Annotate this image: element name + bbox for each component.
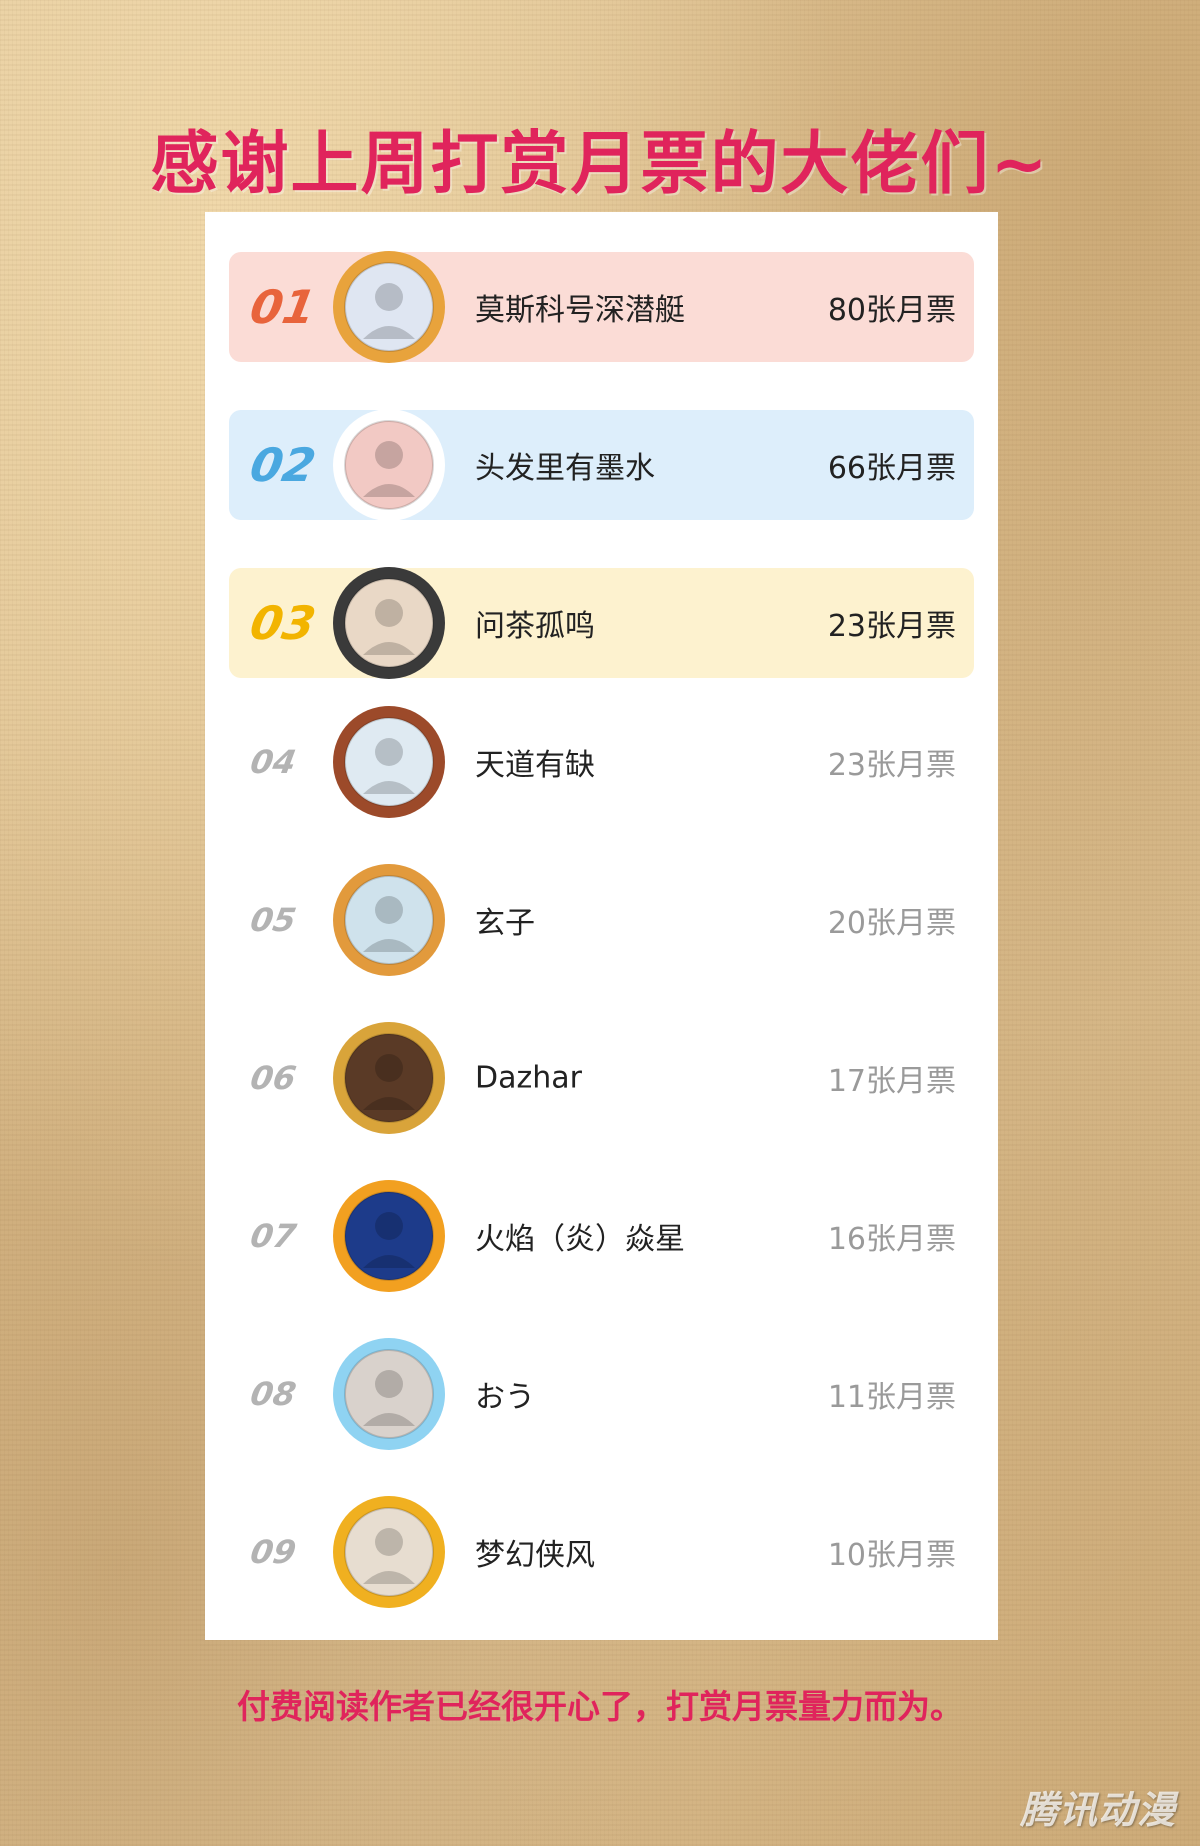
watermark-logo: 腾讯动漫 [1019, 1788, 1176, 1832]
donor-name: 莫斯科号深潜艇 [475, 293, 685, 328]
astronaut-badge-icon [333, 251, 445, 363]
vote-count: 66张月票 [827, 451, 956, 486]
ranking-row: 04 天道有缺 23张月票 [229, 706, 974, 818]
footer-note: 付费阅读作者已经很开心了，打赏月票量力而为。 [237, 1687, 963, 1726]
sheep-cartoon-icon [333, 409, 445, 521]
donor-name: 火焰（炎）焱星 [475, 1222, 685, 1257]
rank-number: 01 [246, 280, 320, 334]
survivor-badge-icon [333, 567, 445, 679]
vote-count: 20张月票 [827, 906, 956, 941]
donor-name: 天道有缺 [475, 748, 595, 783]
donor-name: Dazhar [475, 1060, 582, 1096]
anime-character-icon [333, 1338, 445, 1450]
ranking-row: 02 头发里有墨水 66张月票 [229, 409, 974, 521]
ranking-row: 07 火焰（炎）焱星 16张月票 [229, 1180, 974, 1292]
landscape-wreath-icon [333, 706, 445, 818]
vote-count: 17张月票 [827, 1064, 956, 1099]
vote-count: 80张月票 [827, 293, 956, 328]
donor-name: 头发里有墨水 [475, 451, 655, 486]
rank-number: 03 [246, 596, 320, 650]
clock-frame-icon [333, 1022, 445, 1134]
ranking-row: 01 莫斯科号深潜艇 80张月票 [229, 251, 974, 363]
donor-name: 梦幻侠风 [475, 1538, 595, 1573]
donor-name: 玄子 [475, 906, 535, 941]
vote-count: 10张月票 [827, 1538, 956, 1573]
opera-portrait-icon [333, 864, 445, 976]
rank-number: 08 [247, 1375, 299, 1413]
tiger-frame-icon [333, 1180, 445, 1292]
vote-count: 11张月票 [827, 1380, 956, 1415]
page-title: 感谢上周打赏月票的大佬们~ [150, 125, 1050, 204]
ranking-row: 09 梦幻侠风 10张月票 [229, 1496, 974, 1608]
ranking-row: 06 Dazhar 17张月票 [229, 1022, 974, 1134]
vote-count: 23张月票 [827, 609, 956, 644]
rank-number: 04 [247, 743, 299, 781]
rank-number: 05 [247, 901, 299, 939]
ranking-card: 01 莫斯科号深潜艇 80张月票 02 头发里有墨水 66张月票 03 问茶孤鸣 23张月票 04… [205, 212, 998, 1640]
rank-number: 06 [247, 1059, 299, 1097]
donor-name: おう [475, 1380, 535, 1415]
rank-number: 07 [247, 1217, 299, 1255]
rank-number: 02 [246, 438, 320, 492]
ranking-row: 05 玄子 20张月票 [229, 864, 974, 976]
ranking-row: 03 问茶孤鸣 23张月票 [229, 567, 974, 679]
vote-count: 23张月票 [827, 748, 956, 783]
ranking-row: 08 おう 11张月票 [229, 1338, 974, 1450]
rank-number: 09 [247, 1533, 299, 1571]
donor-name: 问茶孤鸣 [475, 609, 595, 644]
vote-count: 16张月票 [827, 1222, 956, 1257]
flower-frame-icon [333, 1496, 445, 1608]
